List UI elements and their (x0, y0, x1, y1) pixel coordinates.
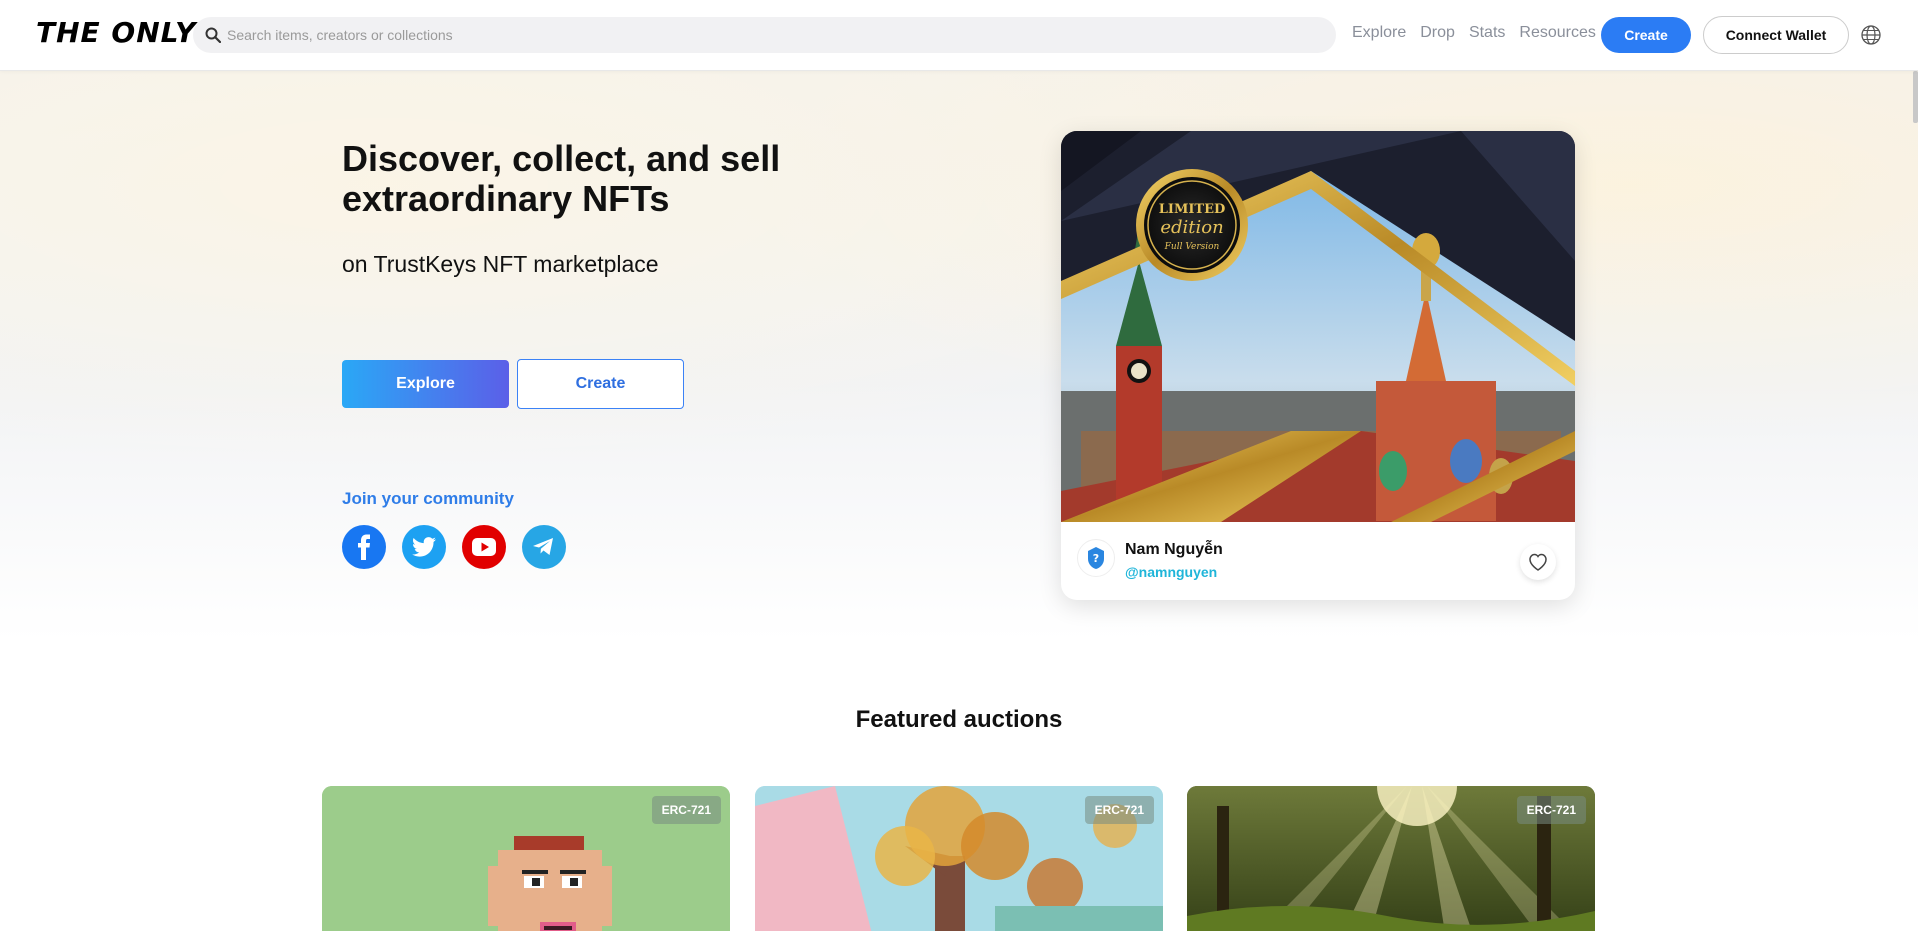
search-bar[interactable] (193, 17, 1336, 53)
heart-icon (1529, 553, 1547, 571)
hero-title: Discover, collect, and sell extraordinar… (342, 138, 781, 219)
search-icon (203, 25, 223, 45)
nav-explore[interactable]: Explore (1352, 24, 1406, 42)
creator-avatar[interactable]: ? (1077, 539, 1115, 577)
token-standard-badge: ERC-721 (1516, 796, 1586, 824)
explore-button[interactable]: Explore (342, 360, 509, 408)
hero-create-button[interactable]: Create (517, 359, 684, 409)
creator-handle[interactable]: @namnguyen (1125, 564, 1217, 580)
auction-card[interactable]: ERC-721 (1187, 786, 1595, 931)
creator-info[interactable]: ? Nam Nguyễn @namnguyen (1077, 539, 1223, 580)
auction-card[interactable]: ERC-721 (322, 786, 730, 931)
seal-line1: LIMITED (1159, 202, 1226, 217)
nft-artwork[interactable]: LIMITED edition Full Version (1061, 131, 1575, 522)
section-title-featured-auctions: Featured auctions (855, 706, 1063, 733)
token-standard-badge: ERC-721 (651, 796, 721, 824)
nav-resources[interactable]: Resources (1519, 24, 1595, 42)
connect-wallet-button[interactable]: Connect Wallet (1703, 16, 1849, 54)
nav-stats[interactable]: Stats (1469, 24, 1505, 42)
globe-icon[interactable] (1860, 24, 1882, 46)
search-input[interactable] (227, 27, 1227, 43)
nav-drop[interactable]: Drop (1420, 24, 1455, 42)
social-links (342, 525, 566, 569)
like-button[interactable] (1520, 544, 1556, 580)
join-community-label: Join your community (342, 489, 514, 508)
youtube-icon[interactable] (462, 525, 506, 569)
top-header: THE ONLY Explore Drop Stats Resources Cr… (0, 0, 1918, 71)
main-nav: Explore Drop Stats Resources (1352, 24, 1596, 42)
token-standard-badge: ERC-721 (1084, 796, 1154, 824)
telegram-icon[interactable] (522, 525, 566, 569)
hero-subtitle: on TrustKeys NFT marketplace (342, 251, 659, 277)
hero-background (0, 71, 1918, 641)
svg-text:?: ? (1093, 552, 1099, 565)
seal-line3: Full Version (1164, 242, 1220, 252)
auction-card[interactable]: ERC-721 (755, 786, 1163, 931)
create-button[interactable]: Create (1601, 17, 1691, 53)
page-scrollbar[interactable] (1913, 71, 1918, 123)
featured-nft-card[interactable]: LIMITED edition Full Version ? Nam Nguyễ… (1061, 131, 1575, 600)
twitter-icon[interactable] (402, 525, 446, 569)
logo[interactable]: THE ONLY (36, 16, 196, 49)
creator-name[interactable]: Nam Nguyễn (1125, 541, 1223, 559)
seal-line2: edition (1160, 217, 1223, 238)
facebook-icon[interactable] (342, 525, 386, 569)
